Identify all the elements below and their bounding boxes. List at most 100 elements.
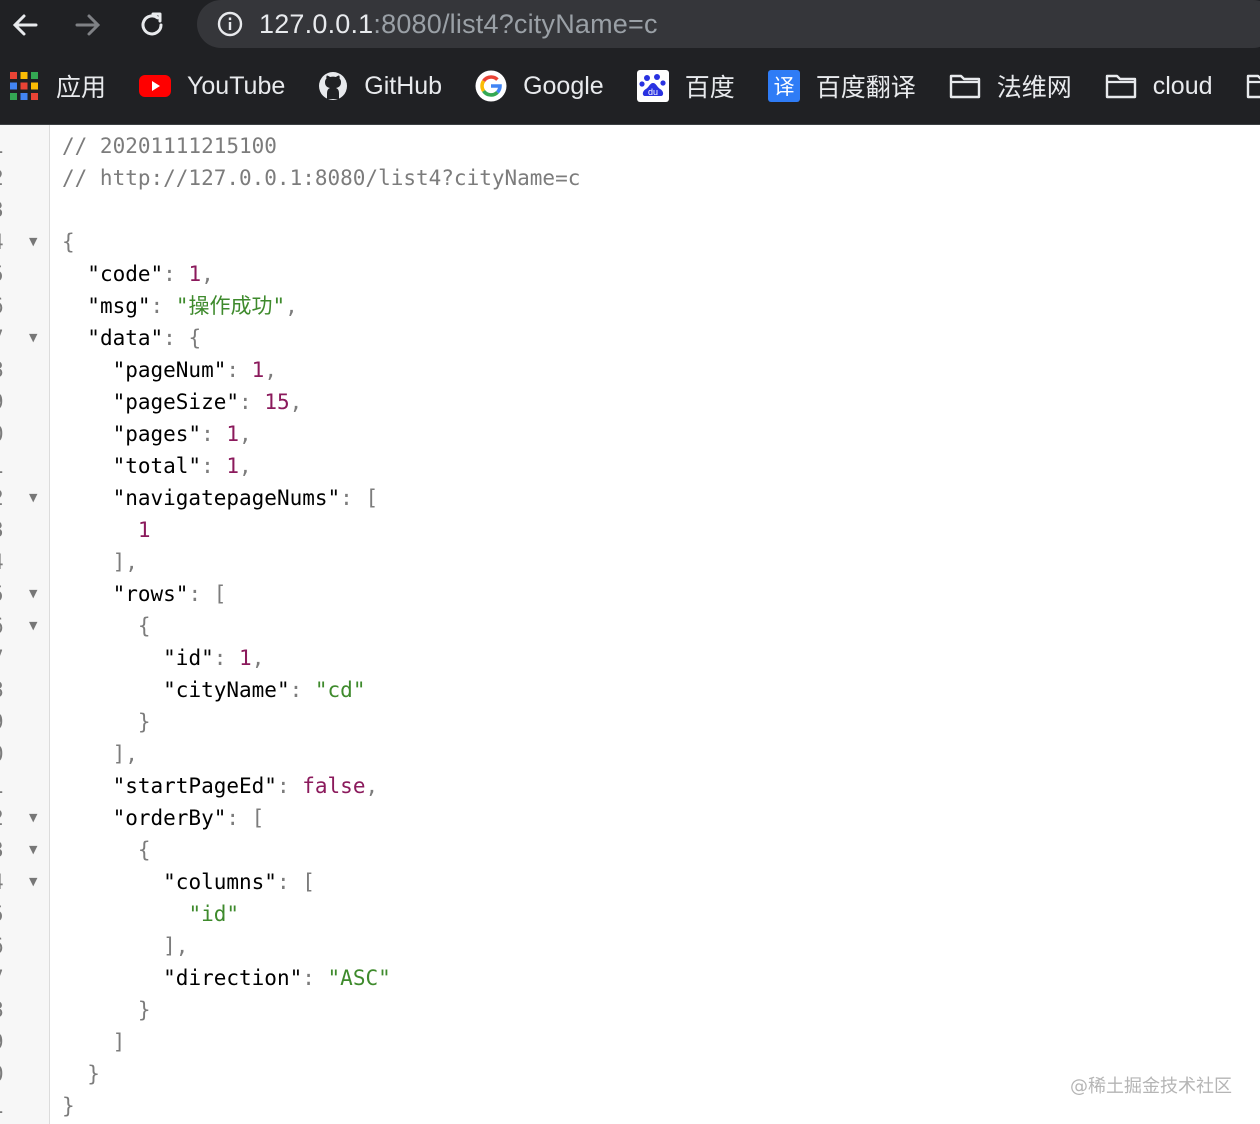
- code-line: "cityName": "cd": [62, 674, 580, 706]
- json-punctuation: [62, 390, 113, 414]
- line-number: 5: [0, 258, 21, 290]
- json-punctuation: : [: [188, 582, 227, 606]
- forward-button[interactable]: [63, 0, 113, 50]
- json-code: // 20201111215100 // http://127.0.0.1:808…: [62, 130, 580, 1122]
- bookmark-folder-partial[interactable]: [1246, 60, 1260, 112]
- bookmark-baidu-translate[interactable]: 译 百度翻译: [767, 60, 916, 112]
- json-string-value: "cd": [314, 678, 366, 702]
- info-icon[interactable]: [217, 11, 243, 37]
- code-line: "direction": "ASC": [62, 962, 580, 994]
- bookmark-folder-faweiwang[interactable]: 法维网: [949, 60, 1072, 112]
- json-punctuation: [62, 902, 188, 926]
- json-punctuation: :: [289, 678, 315, 702]
- fold-toggle-icon[interactable]: ▼: [29, 578, 37, 610]
- json-number-value: 1: [251, 358, 265, 382]
- code-line: }: [62, 706, 580, 738]
- json-number-value: 1: [188, 262, 202, 286]
- code-line: "total": 1,: [62, 450, 580, 482]
- fold-toggle-icon[interactable]: ▼: [29, 834, 37, 866]
- line-number: 7: [0, 642, 21, 674]
- back-button[interactable]: [0, 0, 50, 50]
- bookmark-folder-cloud[interactable]: cloud: [1105, 60, 1213, 112]
- line-number: 0: [0, 738, 21, 770]
- folder-icon: [1246, 71, 1260, 101]
- json-punctuation: }: [62, 1094, 75, 1118]
- bookmark-youtube[interactable]: YouTube: [139, 60, 285, 112]
- bookmark-label: 百度: [684, 74, 735, 102]
- baidu-translate-icon: 译: [767, 70, 800, 102]
- fold-toggle-icon[interactable]: ▼: [29, 610, 37, 642]
- code-line: ],: [62, 930, 580, 962]
- json-punctuation: {: [62, 614, 151, 638]
- json-punctuation: }: [62, 1062, 100, 1086]
- json-punctuation: ]: [62, 1030, 126, 1054]
- json-punctuation: [62, 774, 113, 798]
- code-line: "pageSize": 15,: [62, 386, 580, 418]
- line-number: 4: [0, 546, 21, 578]
- bookmark-apps[interactable]: 应用: [10, 60, 106, 112]
- json-key: "direction": [163, 966, 303, 990]
- json-punctuation: [62, 870, 163, 894]
- line-number: 9: [0, 706, 21, 738]
- code-line: "id": 1,: [62, 642, 580, 674]
- code-line: "msg": "操作成功",: [62, 290, 580, 322]
- fold-toggle-icon[interactable]: ▼: [29, 482, 37, 514]
- fold-toggle-icon[interactable]: ▼: [29, 866, 37, 898]
- json-string-value: "ASC": [327, 966, 391, 990]
- json-punctuation: :: [226, 358, 252, 382]
- line-number: 5: [0, 578, 21, 610]
- line-number: 2: [0, 802, 21, 834]
- line-number: 3: [0, 194, 21, 226]
- url-path: :8080/list4?cityName=c: [373, 8, 658, 39]
- code-line: }: [62, 994, 580, 1026]
- line-number: 8: [0, 994, 21, 1026]
- fold-toggle-icon[interactable]: ▼: [29, 226, 37, 258]
- json-punctuation: }: [62, 998, 151, 1022]
- fold-toggle-icon[interactable]: ▼: [29, 802, 37, 834]
- json-punctuation: ,: [239, 454, 252, 478]
- youtube-icon: [139, 71, 172, 101]
- folder-icon: [949, 71, 981, 101]
- line-number: 6: [0, 930, 21, 962]
- bookmark-label: GitHub: [364, 71, 443, 100]
- code-line: {: [62, 226, 580, 258]
- json-punctuation: ,: [239, 422, 252, 446]
- code-line: "orderBy": [: [62, 802, 580, 834]
- code-line: "navigatepageNums": [: [62, 482, 580, 514]
- json-punctuation: [62, 582, 113, 606]
- bookmark-baidu[interactable]: du 百度: [636, 60, 735, 112]
- json-punctuation: ,: [285, 294, 298, 318]
- json-punctuation: [62, 358, 113, 382]
- json-punctuation: :: [201, 454, 227, 478]
- line-number: 4: [0, 226, 21, 258]
- bookmark-github[interactable]: GitHub: [318, 60, 442, 112]
- json-key: "startPageEd": [112, 774, 277, 798]
- json-key: "orderBy": [112, 806, 227, 830]
- line-number: 1: [0, 450, 21, 482]
- address-bar[interactable]: 127.0.0.1:8080/list4?cityName=c: [197, 0, 1260, 48]
- url-text[interactable]: 127.0.0.1:8080/list4?cityName=c: [259, 9, 658, 40]
- json-number-value: 1: [137, 518, 151, 542]
- json-punctuation: :: [276, 774, 303, 798]
- bookmark-google[interactable]: Google: [475, 60, 604, 112]
- json-punctuation: ,: [264, 358, 277, 382]
- fold-toggle-icon[interactable]: ▼: [29, 322, 37, 354]
- baidu-icon: du: [636, 70, 669, 102]
- code-line: "rows": [: [62, 578, 580, 610]
- reload-button[interactable]: [127, 0, 177, 50]
- code-line: // 20201111215100: [62, 130, 580, 162]
- code-line: "pageNum": 1,: [62, 354, 580, 386]
- json-key: "code": [87, 262, 164, 286]
- json-punctuation: ,: [365, 774, 379, 798]
- json-key: "msg": [87, 294, 151, 318]
- line-number: 2: [0, 482, 21, 514]
- bookmark-label: Google: [523, 71, 604, 100]
- json-punctuation: ,: [251, 646, 265, 670]
- json-key: "pageNum": [112, 358, 227, 382]
- json-number-value: 1: [226, 454, 240, 478]
- bookmark-label: 应用: [56, 74, 107, 102]
- line-number: 7: [0, 322, 21, 354]
- json-punctuation: : {: [163, 326, 202, 350]
- json-key: "total": [112, 454, 202, 478]
